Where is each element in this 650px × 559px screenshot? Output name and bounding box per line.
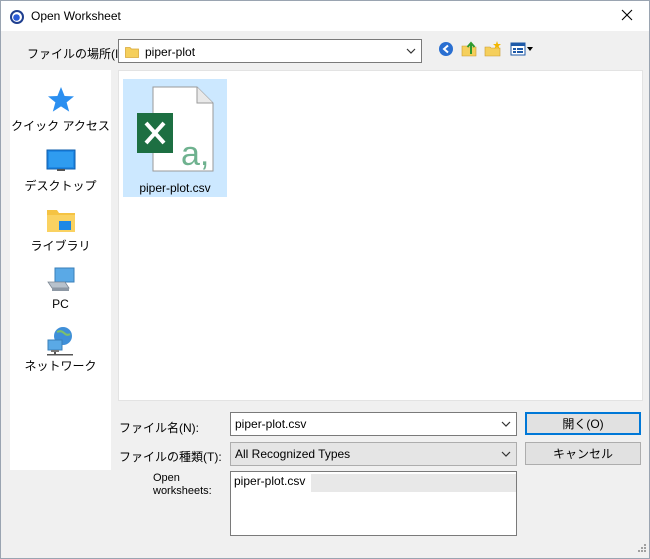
place-label: デスクトップ [24, 179, 97, 193]
chevron-down-icon[interactable] [500, 448, 512, 463]
view-menu-icon [510, 41, 534, 60]
place-label: PC [52, 297, 69, 311]
window-title: Open Worksheet [31, 9, 121, 23]
open-worksheets-label: Open worksheets: [153, 472, 212, 498]
place-desktop[interactable]: デスクトップ [10, 138, 111, 196]
file-item[interactable]: a, piper-plot.csv [123, 79, 227, 197]
folder-icon [125, 45, 139, 61]
filename-label: ファイル名(N): [119, 421, 199, 435]
open-button-label: 開く(O) [562, 417, 604, 431]
location-combobox[interactable]: piper-plot [118, 39, 422, 63]
back-button[interactable] [436, 40, 456, 60]
resize-grip-icon[interactable] [637, 542, 647, 556]
place-network[interactable]: ネットワーク [10, 318, 111, 376]
filename-value: piper-plot.csv [235, 417, 307, 431]
excel-csv-icon: a, [135, 83, 215, 182]
place-label: ネットワーク [24, 359, 97, 373]
cancel-button[interactable]: キャンセル [525, 442, 641, 465]
app-icon [9, 9, 25, 25]
view-menu-button[interactable] [508, 40, 536, 60]
new-folder-icon [484, 40, 502, 61]
filename-input[interactable]: piper-plot.csv [230, 412, 517, 436]
open-button[interactable]: 開く(O) [525, 412, 641, 435]
location-value: piper-plot [145, 45, 196, 59]
filetype-value: All Recognized Types [235, 447, 351, 461]
list-item[interactable]: piper-plot.csv [234, 474, 305, 488]
title-bar: Open Worksheet [1, 1, 649, 31]
open-worksheets-list[interactable]: piper-plot.csv [230, 471, 517, 536]
place-label: ライブラリ [30, 239, 91, 253]
quick-access-icon [45, 84, 77, 116]
open-worksheets-label-line1: Open [153, 472, 180, 484]
file-list[interactable]: a, piper-plot.csv [118, 70, 643, 401]
svg-text:a,: a, [181, 135, 209, 173]
place-label: クイック アクセス [11, 119, 110, 133]
file-name: piper-plot.csv [139, 181, 211, 195]
place-library[interactable]: ライブラリ [10, 198, 111, 256]
place-pc[interactable]: PC [10, 258, 111, 316]
desktop-icon [45, 144, 77, 176]
pc-icon [45, 264, 77, 296]
redacted-area [311, 474, 516, 492]
chevron-down-icon[interactable] [405, 45, 417, 60]
library-icon [45, 204, 77, 236]
cancel-button-label: キャンセル [552, 447, 613, 461]
chevron-down-icon[interactable] [500, 418, 512, 433]
location-label: ファイルの場所(I): [27, 47, 126, 61]
open-worksheets-label-line2: worksheets: [153, 485, 212, 497]
close-icon [621, 9, 633, 24]
filetype-label: ファイルの種類(T): [119, 450, 222, 464]
open-worksheet-dialog: Open Worksheet ファイルの場所(I): piper-plot クイ… [0, 0, 650, 559]
place-quick-access[interactable]: クイック アクセス [10, 78, 111, 136]
close-button[interactable] [605, 1, 649, 31]
new-folder-button[interactable] [483, 40, 503, 60]
network-icon [45, 324, 77, 356]
up-folder-button[interactable] [459, 40, 479, 60]
back-icon [438, 41, 454, 60]
filetype-select[interactable]: All Recognized Types [230, 442, 517, 466]
places-bar: クイック アクセス デスクトップ ライブラリ PC ネットワーク [10, 70, 111, 470]
up-folder-icon [460, 40, 478, 61]
